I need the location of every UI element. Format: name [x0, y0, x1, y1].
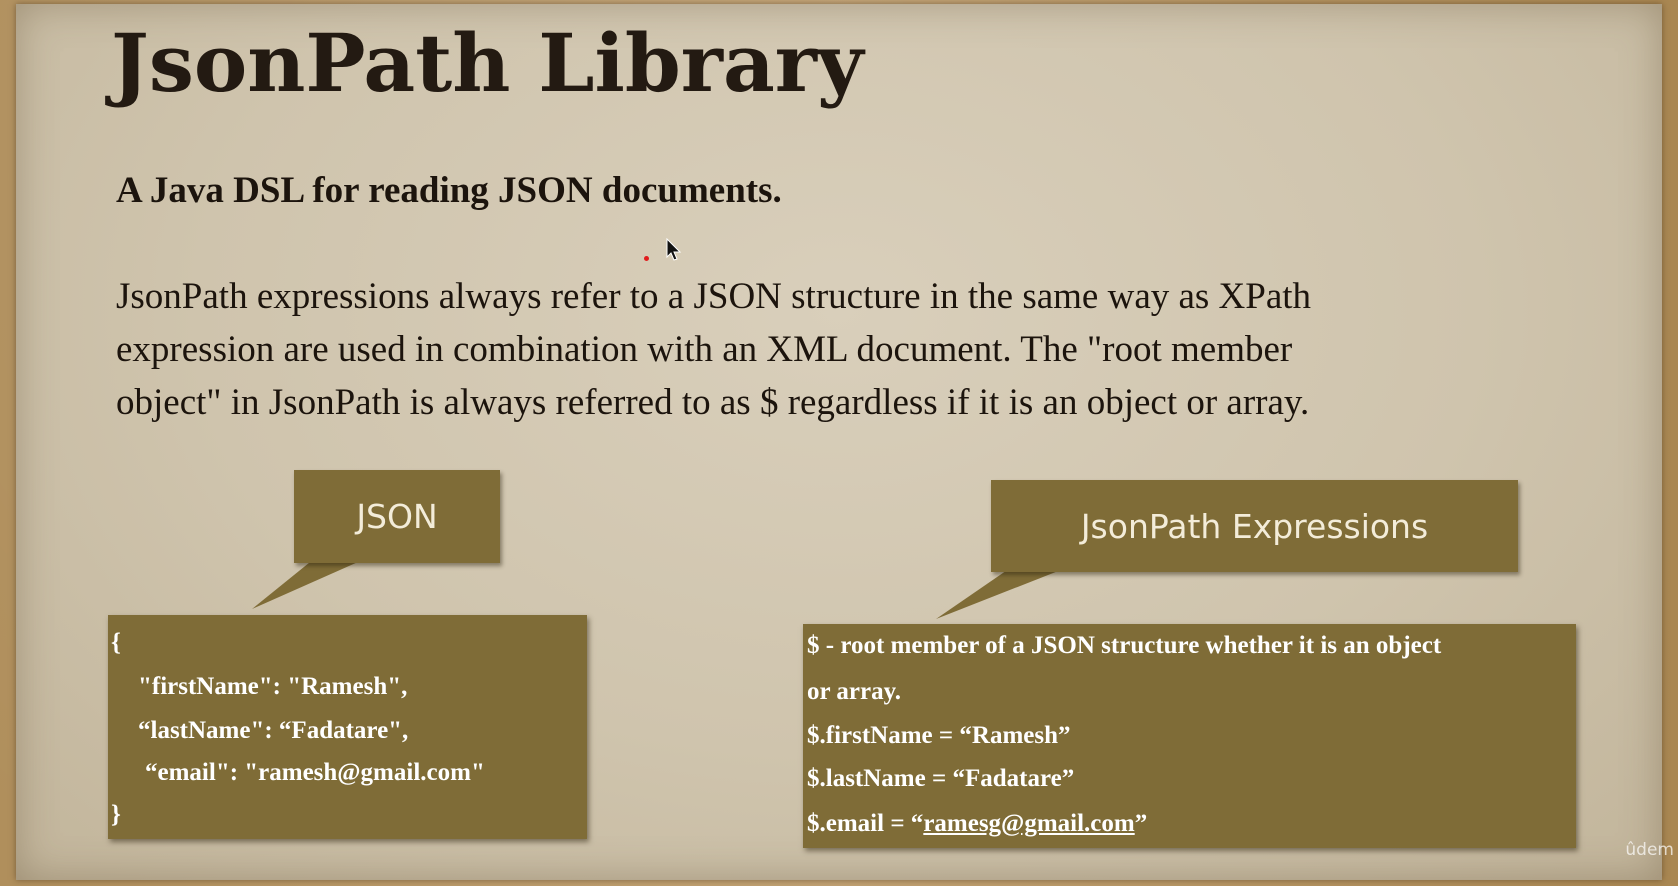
expressions-callout-label: JsonPath Expressions	[1080, 506, 1429, 546]
watermark: ûdem	[1625, 840, 1674, 860]
email-prefix: $.email = “	[807, 810, 924, 837]
expression-line: $.lastName = “Fadatare”	[807, 765, 1075, 792]
expression-line: or array.	[807, 678, 901, 705]
email-suffix: ”	[1134, 810, 1148, 837]
json-example-panel: { "firstName": "Ramesh", “lastName": “Fa…	[108, 615, 587, 839]
expressions-panel: $ - root member of a JSON structure whet…	[803, 624, 1576, 848]
description-line: object" in JsonPath is always referred t…	[116, 382, 1310, 423]
mouse-cursor-icon	[666, 238, 682, 261]
laser-pointer-dot	[644, 256, 649, 261]
email-link[interactable]: ramesg@gmail.com	[923, 810, 1134, 837]
expression-line-email: $.email = “ramesg@gmail.com”	[807, 810, 1147, 838]
slide-title: JsonPath Library	[111, 16, 864, 110]
json-callout: JSON	[294, 470, 500, 563]
presentation-frame: JsonPath Library A Java DSL for reading …	[0, 0, 1678, 886]
json-line: “email": "ramesh@gmail.com"	[145, 759, 485, 786]
expression-line: $ - root member of a JSON structure whet…	[807, 632, 1442, 659]
slide: JsonPath Library A Java DSL for reading …	[16, 4, 1662, 880]
expr-callout-pointer	[936, 564, 1076, 619]
expressions-callout: JsonPath Expressions	[991, 480, 1518, 572]
slide-description: JsonPath expressions always refer to a J…	[116, 270, 1596, 429]
json-callout-label: JSON	[356, 497, 438, 536]
json-line: }	[111, 801, 121, 828]
expression-line: $.firstName = “Ramesh”	[807, 722, 1071, 749]
slide-subtitle: A Java DSL for reading JSON documents.	[116, 170, 782, 211]
description-line: expression are used in combination with …	[116, 329, 1293, 370]
description-line: JsonPath expressions always refer to a J…	[116, 276, 1312, 317]
json-line: {	[111, 629, 121, 656]
json-line: "firstName": "Ramesh",	[138, 673, 408, 700]
json-line: “lastName": “Fadatare",	[138, 717, 409, 744]
